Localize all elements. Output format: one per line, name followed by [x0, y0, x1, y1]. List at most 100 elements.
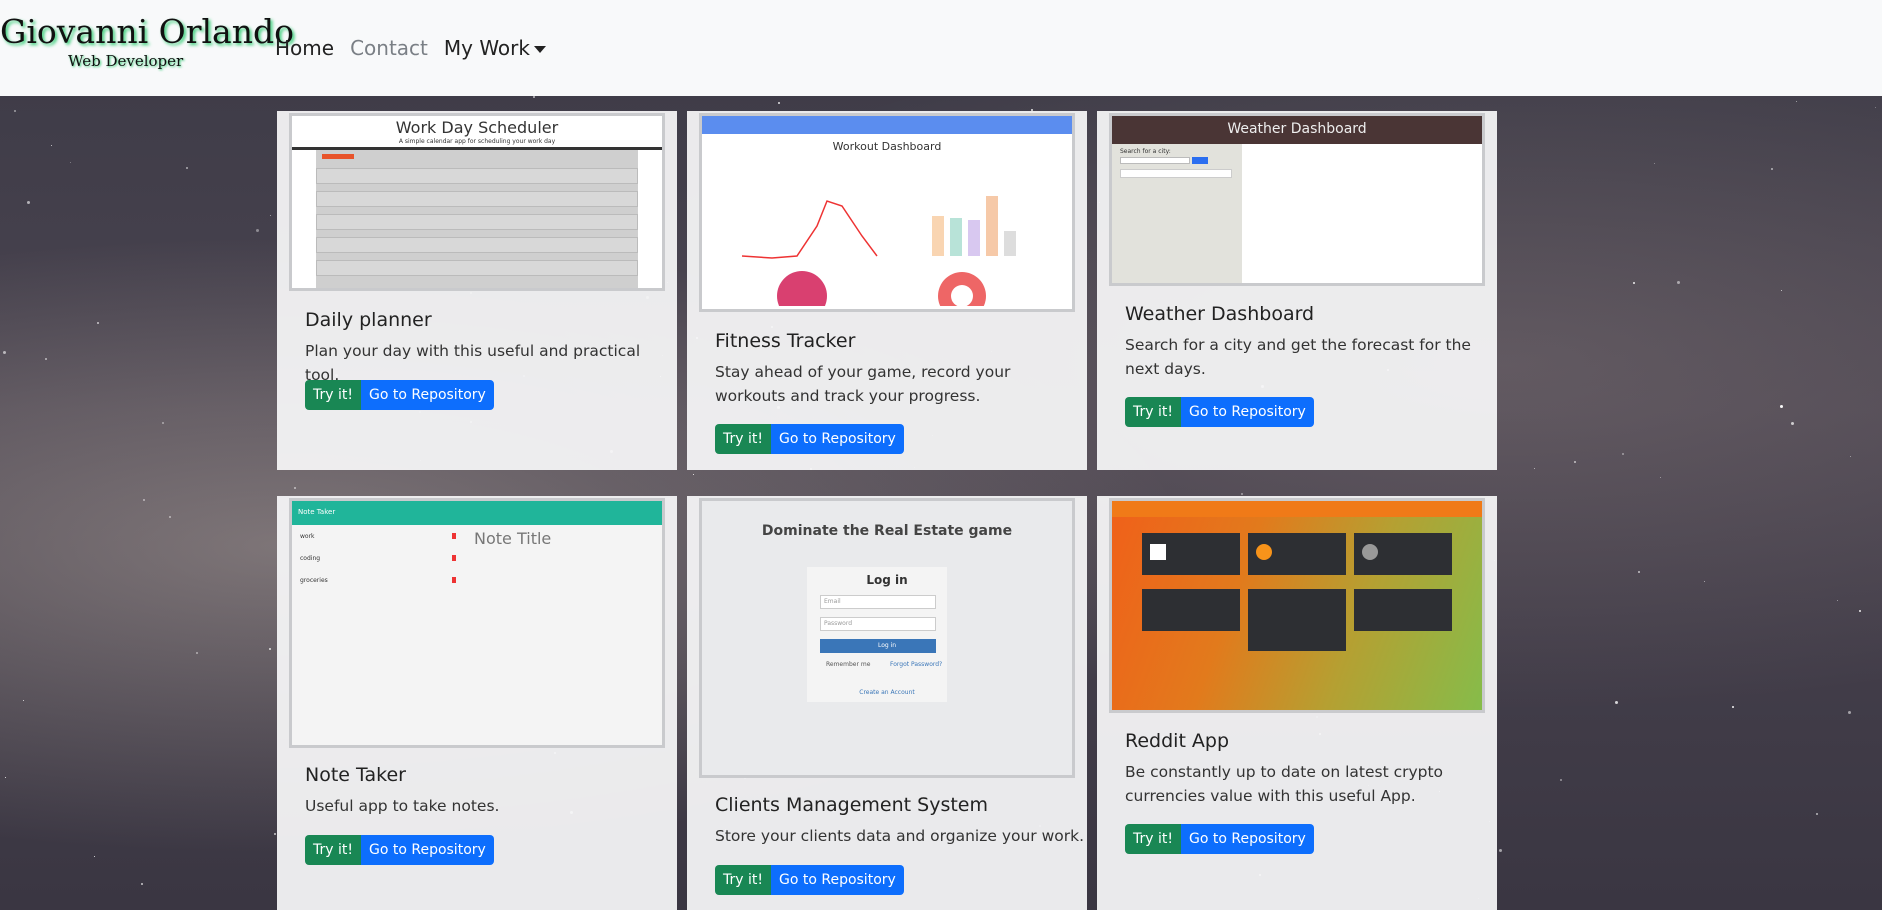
star-dot: [269, 648, 271, 650]
project-thumbnail: Note Taker work coding groceries Note Ti…: [289, 498, 665, 748]
star-dot: [1704, 581, 1705, 582]
star-dot: [274, 833, 276, 835]
thumbnail-login-button-label: Log in: [877, 642, 897, 649]
brand[interactable]: Giovanni Orlando Web Developer: [0, 13, 294, 70]
navbar: Giovanni Orlando Web Developer Home Cont…: [0, 0, 1882, 96]
go-to-repository-button[interactable]: Go to Repository: [770, 424, 904, 454]
star-dot: [1574, 461, 1576, 463]
star-dot: [1791, 422, 1794, 425]
thumbnail-navbar: [1112, 501, 1482, 517]
star-dot: [1677, 281, 1680, 284]
star-dot: [1534, 468, 1535, 469]
thumbnail-search-button: [1192, 157, 1208, 164]
star-dot: [1499, 849, 1502, 852]
star-dot: [70, 162, 71, 163]
project-thumbnail: Dominate the Real Estate game Log in Ema…: [699, 498, 1075, 778]
star-dot: [23, 700, 24, 701]
star-dot: [1622, 453, 1624, 455]
thumbnail-note-title: Note Title: [474, 529, 552, 548]
nav-my-work-label: My Work: [443, 36, 530, 60]
star-dot: [1615, 701, 1618, 704]
project-buttons: Try it! Go to Repository: [715, 424, 904, 454]
star-dot: [196, 652, 198, 654]
star-dot: [3, 351, 6, 354]
go-to-repository-button[interactable]: Go to Repository: [360, 835, 494, 865]
star-dot: [141, 883, 143, 885]
star-dot: [94, 856, 95, 857]
thumbnail-header: Note Taker: [298, 508, 336, 516]
go-to-repository-button[interactable]: Go to Repository: [770, 865, 904, 895]
thumbnail-row: [316, 237, 638, 253]
project-description: Search for a city and get the forecast f…: [1125, 336, 1471, 378]
try-it-button[interactable]: Try it!: [715, 865, 771, 895]
star-dot: [5, 777, 6, 778]
project-thumbnail: Work Day Scheduler A simple calendar app…: [289, 113, 665, 291]
project-title: Note Taker: [305, 764, 406, 786]
thumbnail-title: Dominate the Real Estate game: [761, 523, 1013, 539]
try-it-button[interactable]: Try it!: [305, 380, 361, 410]
star-dot: [169, 516, 171, 518]
project-title: Reddit App: [1125, 730, 1230, 752]
project-thumbnail: Weather Dashboard Search for a city:: [1109, 113, 1485, 286]
star-dot: [1560, 779, 1562, 781]
thumbnail-password-placeholder: Password: [824, 620, 853, 627]
thumbnail-delete-icon: [452, 555, 456, 561]
project-thumbnail: Workout Dashboard: [699, 113, 1075, 312]
thumbnail-login-box: [807, 567, 947, 702]
try-it-button[interactable]: Try it!: [715, 424, 771, 454]
project-description: Be constantly up to date on latest crypt…: [1125, 763, 1444, 805]
star-dot: [1859, 610, 1861, 612]
thumbnail-title: Weather Dashboard: [1227, 121, 1367, 137]
thumbnail-coin-icon: [1150, 544, 1166, 560]
nav-contact-link[interactable]: Contact: [350, 36, 428, 60]
thumbnail-note-item: coding: [300, 555, 321, 562]
thumbnail-crypto-card: [1248, 589, 1346, 651]
star-dot: [1732, 706, 1734, 708]
try-it-button[interactable]: Try it!: [305, 835, 361, 865]
thumbnail-title: Workout Dashboard: [832, 140, 942, 153]
go-to-repository-button[interactable]: Go to Repository: [1180, 397, 1314, 427]
try-it-button[interactable]: Try it!: [1125, 824, 1181, 854]
star-dot: [1816, 813, 1818, 815]
project-card-clients-management-system: Dominate the Real Estate game Log in Ema…: [687, 496, 1087, 910]
project-buttons: Try it! Go to Repository: [715, 865, 904, 895]
project-title: Clients Management System: [715, 794, 988, 816]
go-to-repository-button[interactable]: Go to Repository: [360, 380, 494, 410]
thumbnail-title: Work Day Scheduler: [395, 118, 559, 137]
star-dot: [186, 167, 188, 169]
star-dot: [1837, 600, 1838, 601]
star-dot: [1241, 493, 1243, 495]
thumbnail-city-item: [1120, 169, 1232, 178]
thumbnail-coin-icon: [1362, 544, 1378, 560]
star-dot: [533, 96, 535, 98]
thumbnail-row: [316, 260, 638, 276]
try-it-button[interactable]: Try it!: [1125, 397, 1181, 427]
go-to-repository-button[interactable]: Go to Repository: [1180, 824, 1314, 854]
star-dot: [162, 422, 164, 424]
thumbnail-header-bar: [322, 154, 354, 159]
thumbnail-delete-icon: [452, 533, 456, 539]
star-dot: [45, 358, 47, 360]
thumbnail-remember-me: Remember me: [826, 661, 871, 668]
nav-home-link[interactable]: Home: [275, 36, 334, 60]
project-title: Fitness Tracker: [715, 330, 856, 352]
brand-name[interactable]: Giovanni Orlando: [0, 13, 294, 50]
thumbnail-search-input: [1120, 157, 1190, 164]
project-title: Daily planner: [305, 309, 432, 331]
star-dot: [1638, 571, 1640, 573]
nav-links: Home Contact My Work: [275, 36, 546, 60]
thumbnail-forgot-password: Forgot Password?: [890, 661, 943, 668]
star-dot: [1850, 456, 1851, 457]
star-dot: [1781, 290, 1782, 291]
star-dot: [143, 499, 145, 501]
thumbnail-subtitle: A simple calendar app for scheduling you…: [398, 138, 556, 145]
thumbnail-crypto-card: [1142, 589, 1240, 631]
project-description: Stay ahead of your game, record your wor…: [715, 363, 1011, 405]
thumbnail-header-bar: [702, 116, 1072, 134]
nav-my-work-dropdown[interactable]: My Work: [444, 36, 546, 60]
thumbnail-note-item: work: [300, 533, 315, 540]
star-dot: [256, 229, 259, 232]
project-card-reddit-app: Reddit App Be constantly up to date on l…: [1097, 496, 1497, 910]
thumbnail-email-placeholder: Email: [824, 598, 841, 605]
project-buttons: Try it! Go to Repository: [1125, 397, 1314, 427]
